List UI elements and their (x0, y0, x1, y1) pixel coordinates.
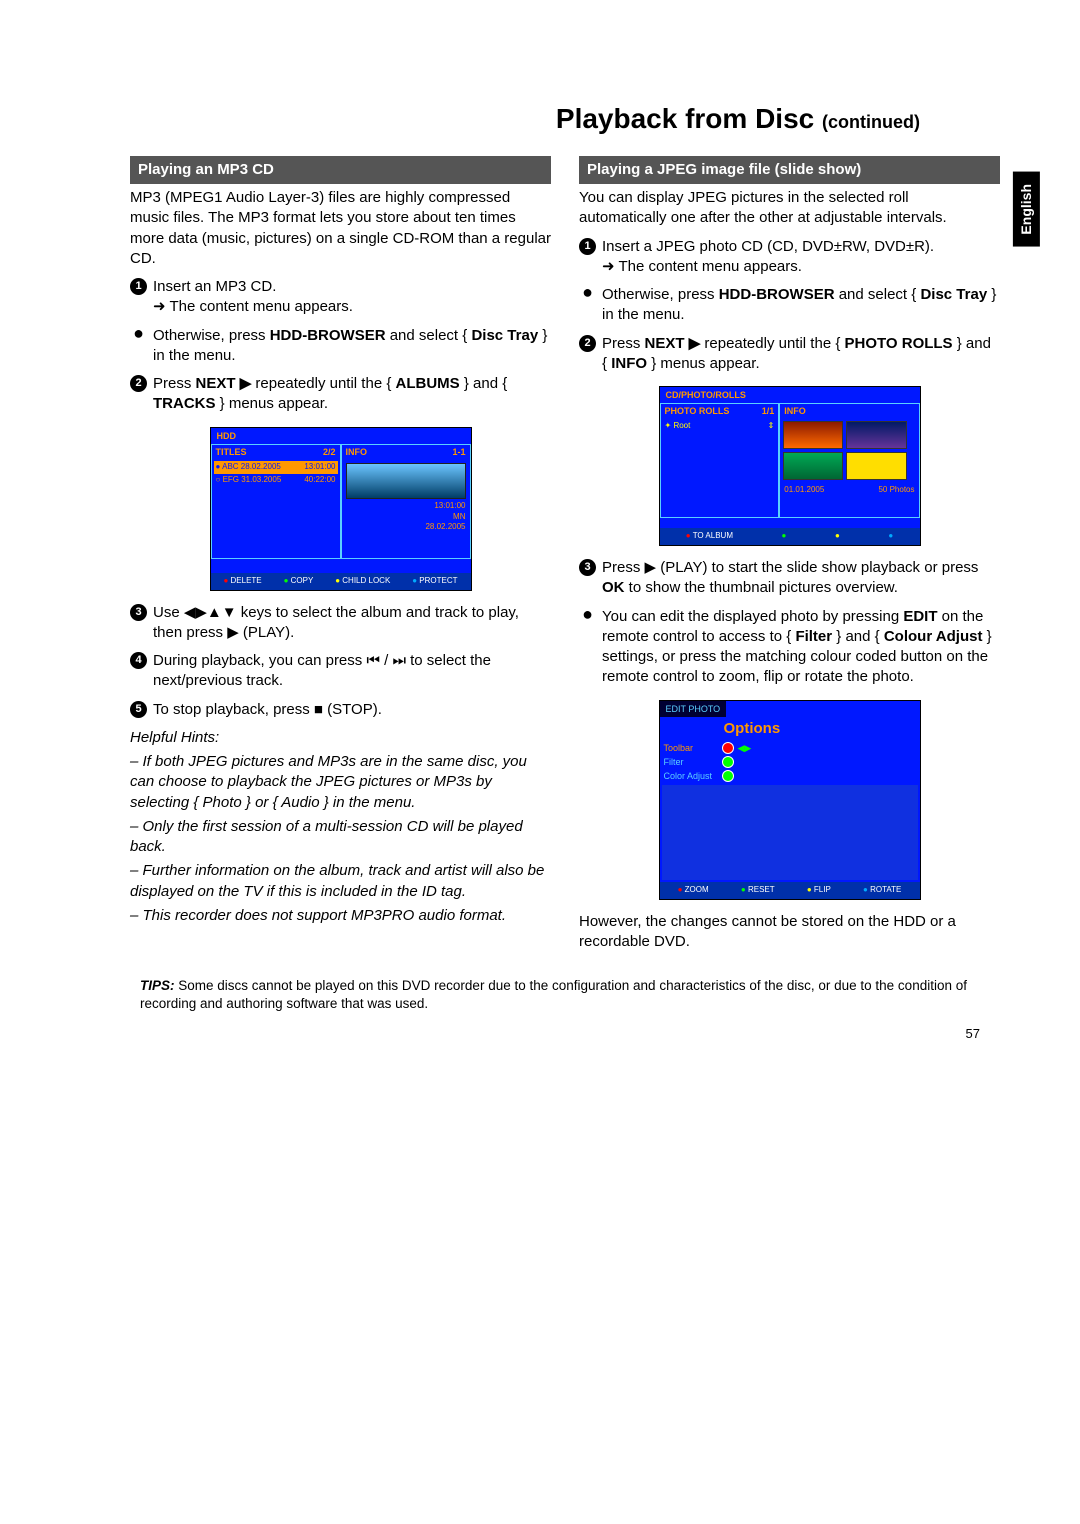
step-badge-4: 4 (130, 652, 147, 669)
section-heading-mp3: Playing an MP3 CD (130, 156, 551, 184)
step1-sub: ➜ The content menu appears. (153, 297, 353, 317)
edit-photo-figure: EDIT PHOTO Options Toolbar◀▶ Filter Colo… (659, 700, 921, 901)
step-3: 3 Use ◀▶▲▼ keys to select the album and … (130, 603, 551, 644)
hint-3: – Further information on the album, trac… (130, 861, 551, 902)
right-column: Playing a JPEG image file (slide show) Y… (579, 156, 1000, 957)
after-edit-note: However, the changes cannot be stored on… (579, 912, 1000, 953)
r-bullet-edit: ● You can edit the displayed photo by pr… (579, 607, 1000, 688)
page-title: Playback from Disc (continued) (130, 100, 1000, 138)
page-number: 57 (130, 1025, 1000, 1043)
section-heading-jpeg: Playing a JPEG image file (slide show) (579, 156, 1000, 184)
mp3-intro: MP3 (MPEG1 Audio Layer-3) files are high… (130, 188, 551, 269)
left-column: Playing an MP3 CD MP3 (MPEG1 Audio Layer… (130, 156, 551, 957)
title-main: Playback from Disc (556, 103, 814, 134)
step-5: 5 To stop playback, press ■ (STOP). (130, 700, 551, 720)
jpeg-intro: You can display JPEG pictures in the sel… (579, 188, 1000, 229)
bullet-otherwise: ● Otherwise, press HDD-BROWSER and selec… (130, 326, 551, 367)
step-2: 2 Press NEXT ▶ repeatedly until the { AL… (130, 374, 551, 415)
tips-text: Some discs cannot be played on this DVD … (140, 978, 967, 1011)
bullet-icon: ● (130, 326, 147, 367)
thumbnail-icon (346, 463, 466, 499)
step-badge-5: 5 (130, 701, 147, 718)
tips-footer: TIPS: Some discs cannot be played on thi… (130, 977, 1000, 1013)
step-badge-3: 3 (130, 604, 147, 621)
hints-label: Helpful Hints: (130, 728, 551, 748)
r-bullet-otherwise: ● Otherwise, press HDD-BROWSER and selec… (579, 285, 1000, 326)
r-step-2: 2 Press NEXT ▶ repeatedly until the { PH… (579, 334, 1000, 375)
step-1: 1 Insert an MP3 CD. ➜ The content menu a… (130, 277, 551, 318)
step-badge-1: 1 (130, 278, 147, 295)
r-step-1: 1 Insert a JPEG photo CD (CD, DVD±RW, DV… (579, 237, 1000, 278)
step-badge-2: 2 (130, 375, 147, 392)
step1-text: Insert an MP3 CD. (153, 278, 276, 295)
r-step-3: 3 Press ▶ (PLAY) to start the slide show… (579, 558, 1000, 599)
photo-rolls-figure: CD/PHOTO/ROLLS PHOTO ROLLS1/1 ✦ Root⇕ IN… (659, 386, 921, 546)
hint-2: – Only the first session of a multi-sess… (130, 817, 551, 858)
content-columns: Playing an MP3 CD MP3 (MPEG1 Audio Layer… (130, 156, 1000, 957)
hint-1: – If both JPEG pictures and MP3s are in … (130, 752, 551, 813)
title-cont: (continued) (822, 112, 920, 132)
hdd-browser-figure: HDD TITLES2/2 ● ABC 28.02.200513:01:00 ○… (210, 427, 472, 591)
hint-4: – This recorder does not support MP3PRO … (130, 906, 551, 926)
language-tab: English (1013, 172, 1040, 247)
tips-label: TIPS: (140, 978, 175, 993)
step-4: 4 During playback, you can press ⏮ / ⏭ t… (130, 651, 551, 692)
